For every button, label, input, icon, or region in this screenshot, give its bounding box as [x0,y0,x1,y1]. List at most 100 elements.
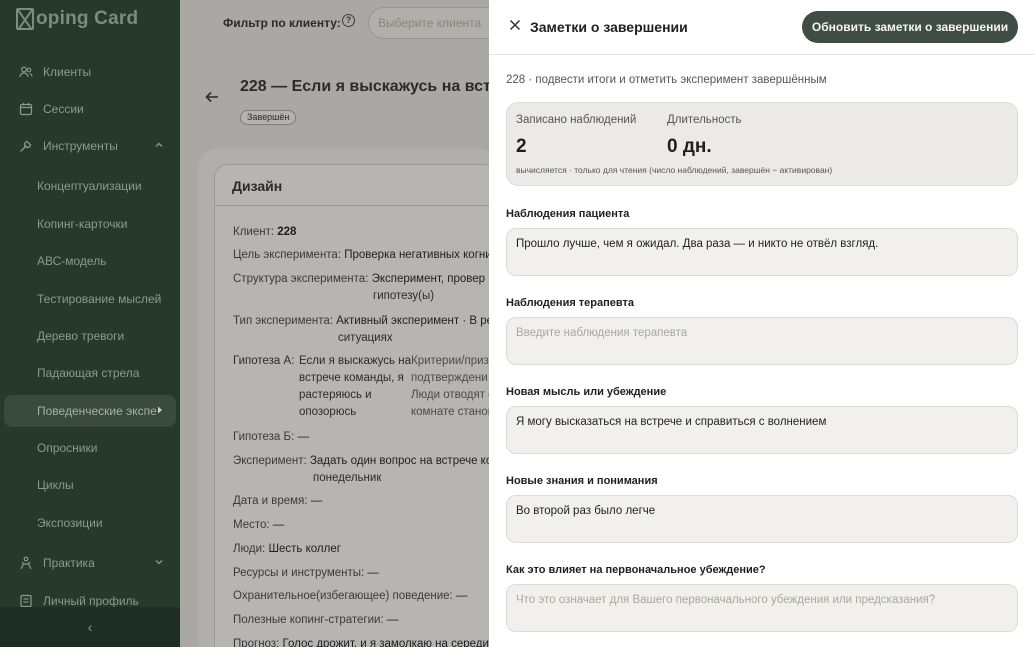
drawer-title: Заметки о завершении [530,19,688,35]
update-completion-notes-button[interactable]: Обновить заметки о завершении [802,11,1018,43]
new-insights-field[interactable]: Во второй раз было легче [506,495,1018,543]
row-key: Гипотеза Б: [233,431,295,443]
help-icon[interactable]: ? [342,14,355,27]
row-key: Место: [233,519,270,531]
design-row-hypothesis-b: Гипотеза Б: — [233,429,309,446]
design-row-structure-cont: гипотезу(ы) [373,290,435,302]
design-row-type-cont: ситуациях [338,332,393,344]
sidebar-item-label: Поведенческие экспе [37,404,157,418]
sidebar-item-questionnaires[interactable]: Опросники [0,433,180,463]
design-row-experiment: Эксперимент: Задать один вопрос на встре… [233,453,492,470]
sidebar-item-behavioral-experiments[interactable]: Поведенческие экспе [4,395,176,427]
status-badge: Завершён [240,110,297,125]
criteria-line: подтверждени [411,372,488,384]
patient-observations-field[interactable]: Прошло лучше, чем я ожидал. Два раза — и… [506,228,1018,276]
sidebar-item-label: Копинг-карточки [37,217,128,231]
row-value: — [455,590,468,602]
client-filter-select[interactable]: Выберите клиента [368,7,508,39]
row-value: Проверка негативных когни [344,249,492,261]
divider [489,54,1035,55]
therapist-observations-label: Наблюдения терапевта [506,297,635,309]
row-key: Тип эксперимента: [233,315,333,327]
sidebar-item-coping-cards[interactable]: Копинг-карточки [0,209,180,239]
sidebar-item-label: Дерево тревоги [37,329,125,343]
original-belief-impact-label: Как это влияет на первоначальное убежден… [506,564,766,576]
sidebar: oping Card Клиенты Сессии Инструменты Ко… [0,0,180,647]
new-belief-label: Новая мысль или убеждение [506,386,667,398]
app-logo[interactable]: oping Card [16,8,138,30]
close-icon[interactable] [509,18,521,36]
design-row-people: Люди: Шесть коллег [233,541,341,558]
observations-label: Записано наблюдений [516,114,637,126]
therapist-observations-field[interactable]: Введите наблюдения терапевта [506,317,1018,365]
calendar-icon [19,102,33,116]
sidebar-item-label: Циклы [37,478,74,492]
row-value: — [310,495,323,507]
row-value-line: Если я выскажусь на [299,355,411,367]
row-value: Активный эксперимент · В ре [336,315,494,327]
sidebar-item-sessions[interactable]: Сессии [0,94,180,124]
row-value: Шесть коллег [268,543,341,555]
row-value: Голос дрожит, и я замолкаю на середи [282,638,489,647]
row-key: Дата и время: [233,495,308,507]
row-key: Полезные копинг-стратегии: [233,614,384,626]
sidebar-collapse-button[interactable]: ‹ [0,607,180,647]
design-row-structure: Структура эксперимента: Эксперимент, про… [233,271,485,288]
divider [215,205,498,206]
sidebar-item-label: Сессии [43,102,84,116]
back-arrow-icon[interactable] [205,90,219,108]
sidebar-item-label: Экспозиции [37,516,103,530]
chevron-up-icon [154,140,164,153]
sidebar-item-conceptualizations[interactable]: Концептуализации [0,171,180,201]
row-value-line: растеряюсь и [299,389,372,401]
sidebar-item-worry-tree[interactable]: Дерево тревоги [0,321,180,351]
observations-value: 2 [516,136,527,157]
sidebar-item-cycles[interactable]: Циклы [0,470,180,500]
new-belief-field[interactable]: Я могу высказаться на встрече и справить… [506,406,1018,454]
original-belief-impact-field[interactable]: Что это означает для Вашего первоначальн… [506,584,1018,632]
caret-right-icon [156,405,164,418]
chevron-left-icon: ‹ [87,619,93,635]
row-value: — [367,567,379,579]
chevron-down-icon [154,557,164,570]
criteria-line: комнате станов [411,406,494,418]
stats-note: вычисляется · только для чтения (число н… [516,165,833,175]
sidebar-item-thought-testing[interactable]: Тестирование мыслей [0,284,180,314]
criteria-line: Люди отводят с [411,389,494,401]
design-row-goal: Цель эксперимента: Проверка негативных к… [233,247,492,264]
client-filter-label: Фильтр по клиенту: [223,16,341,30]
sidebar-item-label: Концептуализации [37,179,142,193]
design-title: Дизайн [232,178,283,194]
design-row-client: Клиент: 228 [233,224,296,241]
sidebar-item-label: АВС-модель [37,254,107,268]
row-key: Люди: [233,543,266,555]
stats-box: Записано наблюдений 2 Длительность 0 дн.… [506,102,1018,186]
row-value-line: встрече команды, я [299,372,404,384]
row-key: Охранительное(избегающее) поведение: [233,590,453,602]
row-key: Прогноз: [233,638,280,647]
design-row-hypothesis-a: Если я выскажусь на встрече команды, я р… [299,353,411,421]
row-value: — [272,519,285,531]
sidebar-item-clients[interactable]: Клиенты [0,57,180,87]
new-insights-label: Новые знания и понимания [506,475,658,487]
design-row-type: Тип эксперимента: Активный эксперимент ·… [233,313,493,330]
criteria-column: Критерии/приз подтверждени Люди отводят … [411,353,494,421]
profile-icon [19,594,33,608]
sidebar-item-label: Личный профиль [43,594,139,608]
sidebar-item-downward-arrow[interactable]: Падающая стрела [0,358,180,388]
sidebar-item-exposures[interactable]: Экспозиции [0,508,180,538]
completion-notes-drawer: Заметки о завершении Обновить заметки о … [489,0,1035,647]
design-row-safety-behaviour: Охранительное(избегающее) поведение: — [233,588,467,605]
sidebar-item-practice[interactable]: Практика [0,548,180,578]
logo-mark-icon [16,8,34,30]
row-value: 228 [277,226,297,238]
sidebar-item-label: Практика [43,556,95,570]
drawer-subtitle: 228 · подвести итоги и отметить эксперим… [506,74,827,86]
logo-text: oping Card [36,8,139,29]
sidebar-item-abc-model[interactable]: АВС-модель [0,246,180,276]
sidebar-item-tools[interactable]: Инструменты [0,131,180,161]
row-key: Ресурсы и инструменты: [233,567,365,579]
wrench-icon [19,139,33,153]
row-value-line: опозорюсь [299,406,357,418]
practice-icon [19,556,33,570]
